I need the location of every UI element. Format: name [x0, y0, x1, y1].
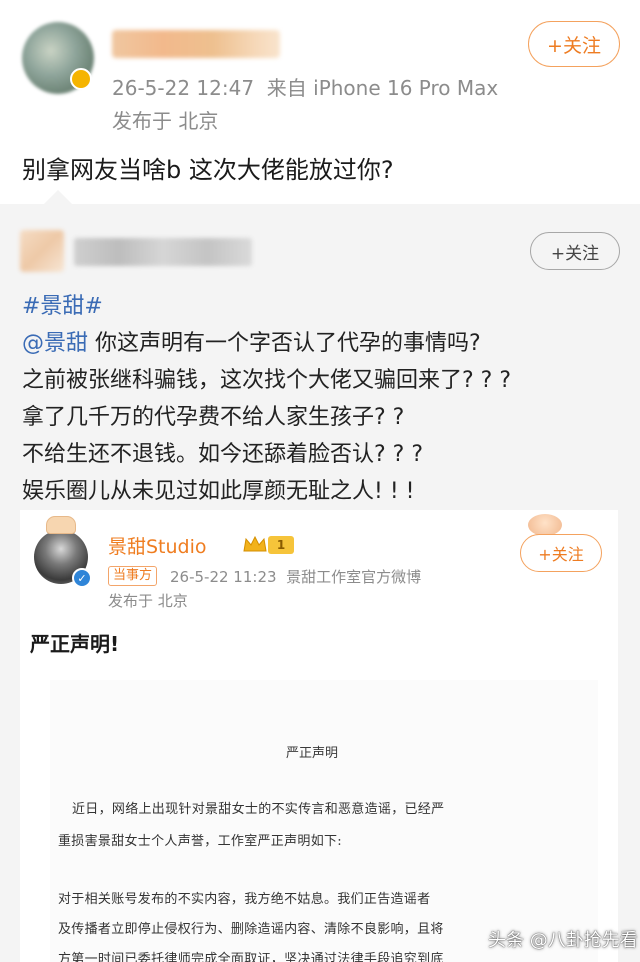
repost-user-avatar[interactable]: [20, 230, 64, 272]
repost-line-3: 拿了几千万的代孕费不给人家生孩子? ?: [22, 405, 405, 430]
quoted-meta: 26-5-22 11:23 景甜工作室官方微博: [170, 566, 421, 587]
statement-p2-line1: 对于相关账号发布的不实内容，我方绝不姑息。我们正告造谣者: [58, 892, 431, 907]
repost-follow-button[interactable]: +关注: [530, 232, 620, 270]
repost-line-2: 之前被张继科骗钱，这次找个大佬又骗回来了? ? ?: [22, 368, 512, 393]
statement-p2-line2: 及传播者立即停止侵权行为、删除造谣内容、清除不良影响，且将: [58, 922, 444, 937]
card-decoration-icon: [528, 514, 562, 536]
quoted-source: 景甜工作室官方微博: [286, 568, 422, 586]
watermark: 头条 @八卦抢先看: [488, 930, 638, 951]
quoted-location: 发布于 北京: [108, 592, 188, 610]
original-post: 26-5-22 12:47 来自 iPhone 16 Pro Max 发布于 北…: [0, 0, 640, 200]
quoted-text: 严正声明!: [30, 632, 120, 656]
repost-notch: [44, 190, 72, 204]
level-badge: 1: [268, 536, 294, 554]
post-timestamp: 26-5-22 12:47: [112, 76, 255, 100]
repost-username-blurred[interactable]: [74, 238, 252, 266]
statement-title: 严正声明: [286, 746, 339, 761]
verified-badge-icon: [70, 68, 92, 90]
repost-line-4: 不给生还不退钱。如今还舔着脸否认? ? ?: [22, 442, 424, 467]
repost-text: #景甜# @景甜 你这声明有一个字否认了代孕的事情吗? 之前被张继科骗钱，这次找…: [22, 288, 511, 510]
follow-button[interactable]: +关注: [528, 21, 620, 67]
quoted-follow-button[interactable]: +关注: [520, 534, 602, 572]
statement-p1-line1: 近日，网络上出现针对景甜女士的不实传言和恶意造谣，已经严: [72, 802, 445, 817]
statement-image[interactable]: 严正声明 近日，网络上出现针对景甜女士的不实传言和恶意造谣，已经严 重损害景甜女…: [50, 680, 598, 962]
hashtag-link[interactable]: #景甜#: [22, 294, 103, 319]
quoted-timestamp: 26-5-22 11:23: [170, 568, 277, 586]
post-meta: 26-5-22 12:47 来自 iPhone 16 Pro Max: [112, 72, 498, 101]
blue-verified-icon: ✓: [72, 568, 92, 588]
quoted-post-card[interactable]: ✓ 景甜Studio 1 当事方 26-5-22 11:23 景甜工作室官方微博…: [20, 510, 618, 962]
post-text: 别拿网友当啥b 这次大佬能放过你?: [22, 156, 394, 184]
statement-p2-line3: 方第一时间已委托律师完成全面取证，坚决通过法律手段追究到底: [58, 952, 444, 962]
statement-p1-line2: 重损害景甜女士个人声誉，工作室严正声明如下:: [58, 834, 342, 849]
party-tag: 当事方: [108, 566, 158, 586]
crown-icon: [243, 535, 267, 552]
post-source: 来自 iPhone 16 Pro Max: [266, 76, 499, 100]
repost-line-1: 你这声明有一个字否认了代孕的事情吗?: [88, 331, 481, 356]
studio-name[interactable]: 景甜Studio: [108, 532, 207, 559]
repost-line-5: 娱乐圈儿从未见过如此厚颜无耻之人! ! !: [22, 479, 415, 504]
avatar-decoration-icon: [46, 516, 76, 534]
post-location: 发布于 北京: [112, 109, 219, 133]
mention-link[interactable]: @景甜: [22, 331, 88, 356]
username-blurred[interactable]: [112, 30, 280, 58]
